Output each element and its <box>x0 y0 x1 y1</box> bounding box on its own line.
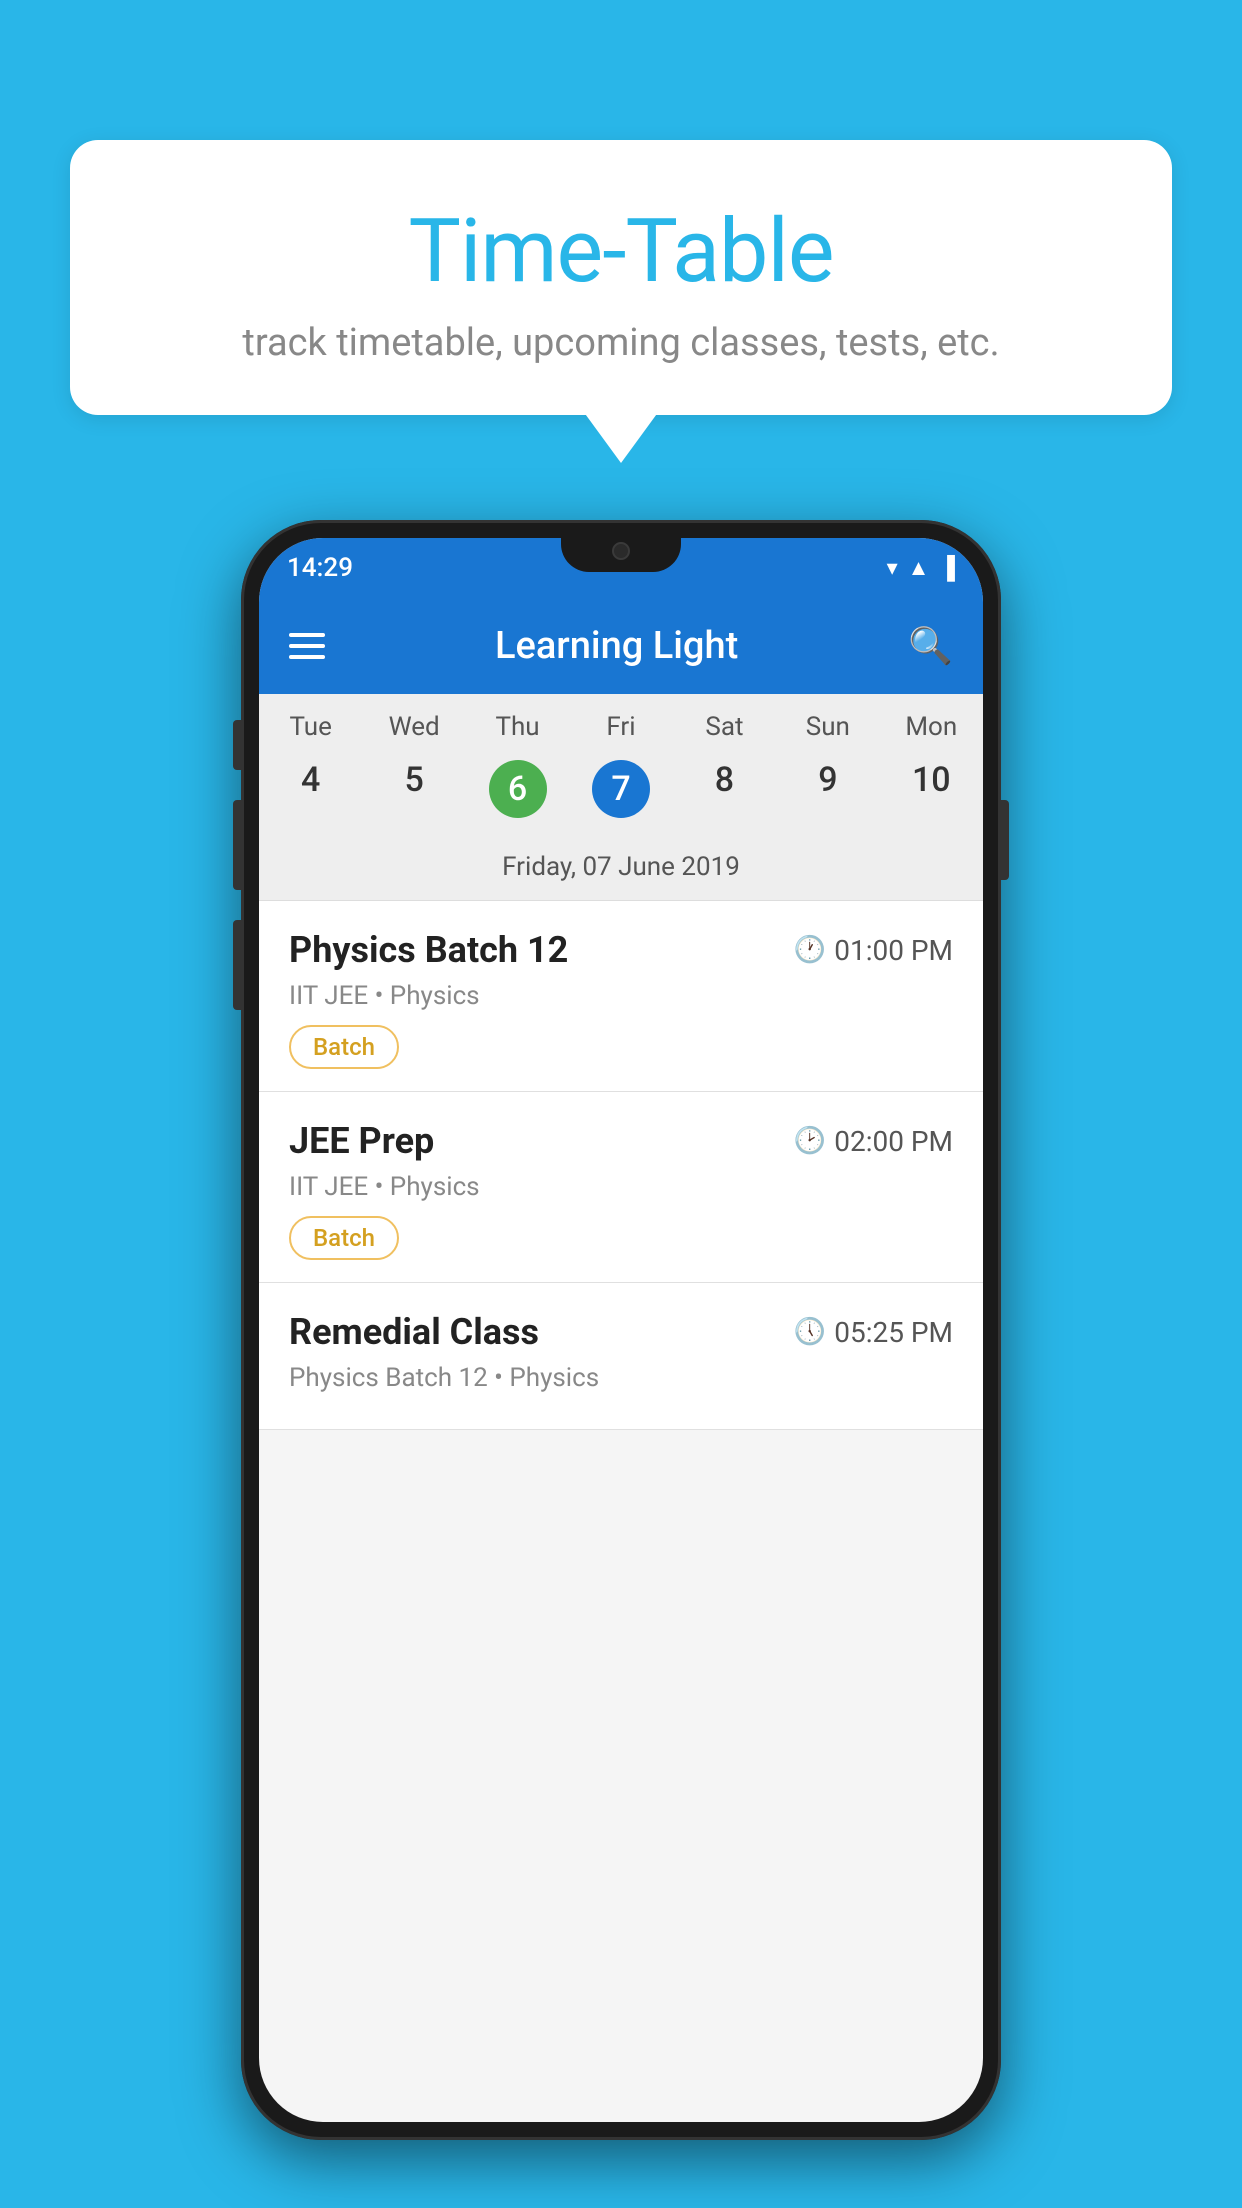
bubble-subtitle: track timetable, upcoming classes, tests… <box>110 321 1132 365</box>
day-sat: Sat <box>673 712 776 742</box>
camera <box>612 542 630 560</box>
menu-line <box>289 633 325 637</box>
item-1-subtitle: IIT JEE • Physics <box>289 981 953 1011</box>
date-4[interactable]: 4 <box>259 750 362 828</box>
battery-icon: ▐ <box>939 555 955 581</box>
item-2-badge: Batch <box>289 1216 399 1260</box>
date-5[interactable]: 5 <box>362 750 465 828</box>
date-10[interactable]: 10 <box>880 750 983 828</box>
status-icons: ▾ ▲ ▐ <box>887 555 955 581</box>
search-icon[interactable]: 🔍 <box>908 625 953 667</box>
clock-icon-3: 🕔 <box>794 1317 826 1347</box>
selected-date: Friday, 07 June 2019 <box>259 842 983 901</box>
item-2-header: JEE Prep 🕑 02:00 PM <box>289 1120 953 1162</box>
date-9[interactable]: 9 <box>776 750 879 828</box>
schedule-item-1[interactable]: Physics Batch 12 🕐 01:00 PM IIT JEE • Ph… <box>259 901 983 1092</box>
menu-line <box>289 644 325 648</box>
power-button <box>1001 800 1009 880</box>
item-3-time: 🕔 05:25 PM <box>794 1316 953 1349</box>
day-mon: Mon <box>880 712 983 742</box>
notch <box>561 530 681 572</box>
item-2-time: 🕑 02:00 PM <box>794 1125 953 1158</box>
schedule-item-3[interactable]: Remedial Class 🕔 05:25 PM Physics Batch … <box>259 1283 983 1430</box>
app-bar: Learning Light 🔍 <box>259 598 983 694</box>
clock-icon-1: 🕐 <box>794 935 826 965</box>
item-3-header: Remedial Class 🕔 05:25 PM <box>289 1311 953 1353</box>
day-tue: Tue <box>259 712 362 742</box>
item-3-title: Remedial Class <box>289 1311 539 1353</box>
phone-wrapper: 14:29 ▾ ▲ ▐ Learning Light 🔍 <box>241 520 1001 2140</box>
volume-button-2 <box>233 800 241 890</box>
schedule-list: Physics Batch 12 🕐 01:00 PM IIT JEE • Ph… <box>259 901 983 1430</box>
item-1-time: 🕐 01:00 PM <box>794 934 953 967</box>
app-title: Learning Light <box>355 624 878 668</box>
day-headers: Tue Wed Thu Fri Sat Sun Mon <box>259 712 983 742</box>
calendar-strip: Tue Wed Thu Fri Sat Sun Mon 4 5 6 7 <box>259 694 983 901</box>
item-1-header: Physics Batch 12 🕐 01:00 PM <box>289 929 953 971</box>
day-numbers: 4 5 6 7 8 9 10 <box>259 750 983 828</box>
date-8[interactable]: 8 <box>673 750 776 828</box>
day-fri: Fri <box>569 712 672 742</box>
item-1-badge: Batch <box>289 1025 399 1069</box>
menu-line <box>289 655 325 659</box>
phone-screen: 14:29 ▾ ▲ ▐ Learning Light 🔍 <box>259 538 983 2122</box>
date-7[interactable]: 7 <box>569 750 672 828</box>
speech-bubble: Time-Table track timetable, upcoming cla… <box>70 140 1172 415</box>
day-wed: Wed <box>362 712 465 742</box>
item-2-title: JEE Prep <box>289 1120 434 1162</box>
day-thu: Thu <box>466 712 569 742</box>
item-1-title: Physics Batch 12 <box>289 929 568 971</box>
wifi-icon: ▾ <box>887 556 898 581</box>
status-time: 14:29 <box>287 553 353 583</box>
phone-frame: 14:29 ▾ ▲ ▐ Learning Light 🔍 <box>241 520 1001 2140</box>
volume-button-3 <box>233 920 241 1010</box>
item-3-subtitle: Physics Batch 12 • Physics <box>289 1363 953 1393</box>
date-6[interactable]: 6 <box>466 750 569 828</box>
signal-icon: ▲ <box>908 555 930 581</box>
item-2-subtitle: IIT JEE • Physics <box>289 1172 953 1202</box>
menu-button[interactable] <box>289 633 325 659</box>
volume-button-1 <box>233 720 241 770</box>
bubble-title: Time-Table <box>110 200 1132 303</box>
clock-icon-2: 🕑 <box>794 1126 826 1156</box>
schedule-item-2[interactable]: JEE Prep 🕑 02:00 PM IIT JEE • Physics Ba… <box>259 1092 983 1283</box>
day-sun: Sun <box>776 712 879 742</box>
